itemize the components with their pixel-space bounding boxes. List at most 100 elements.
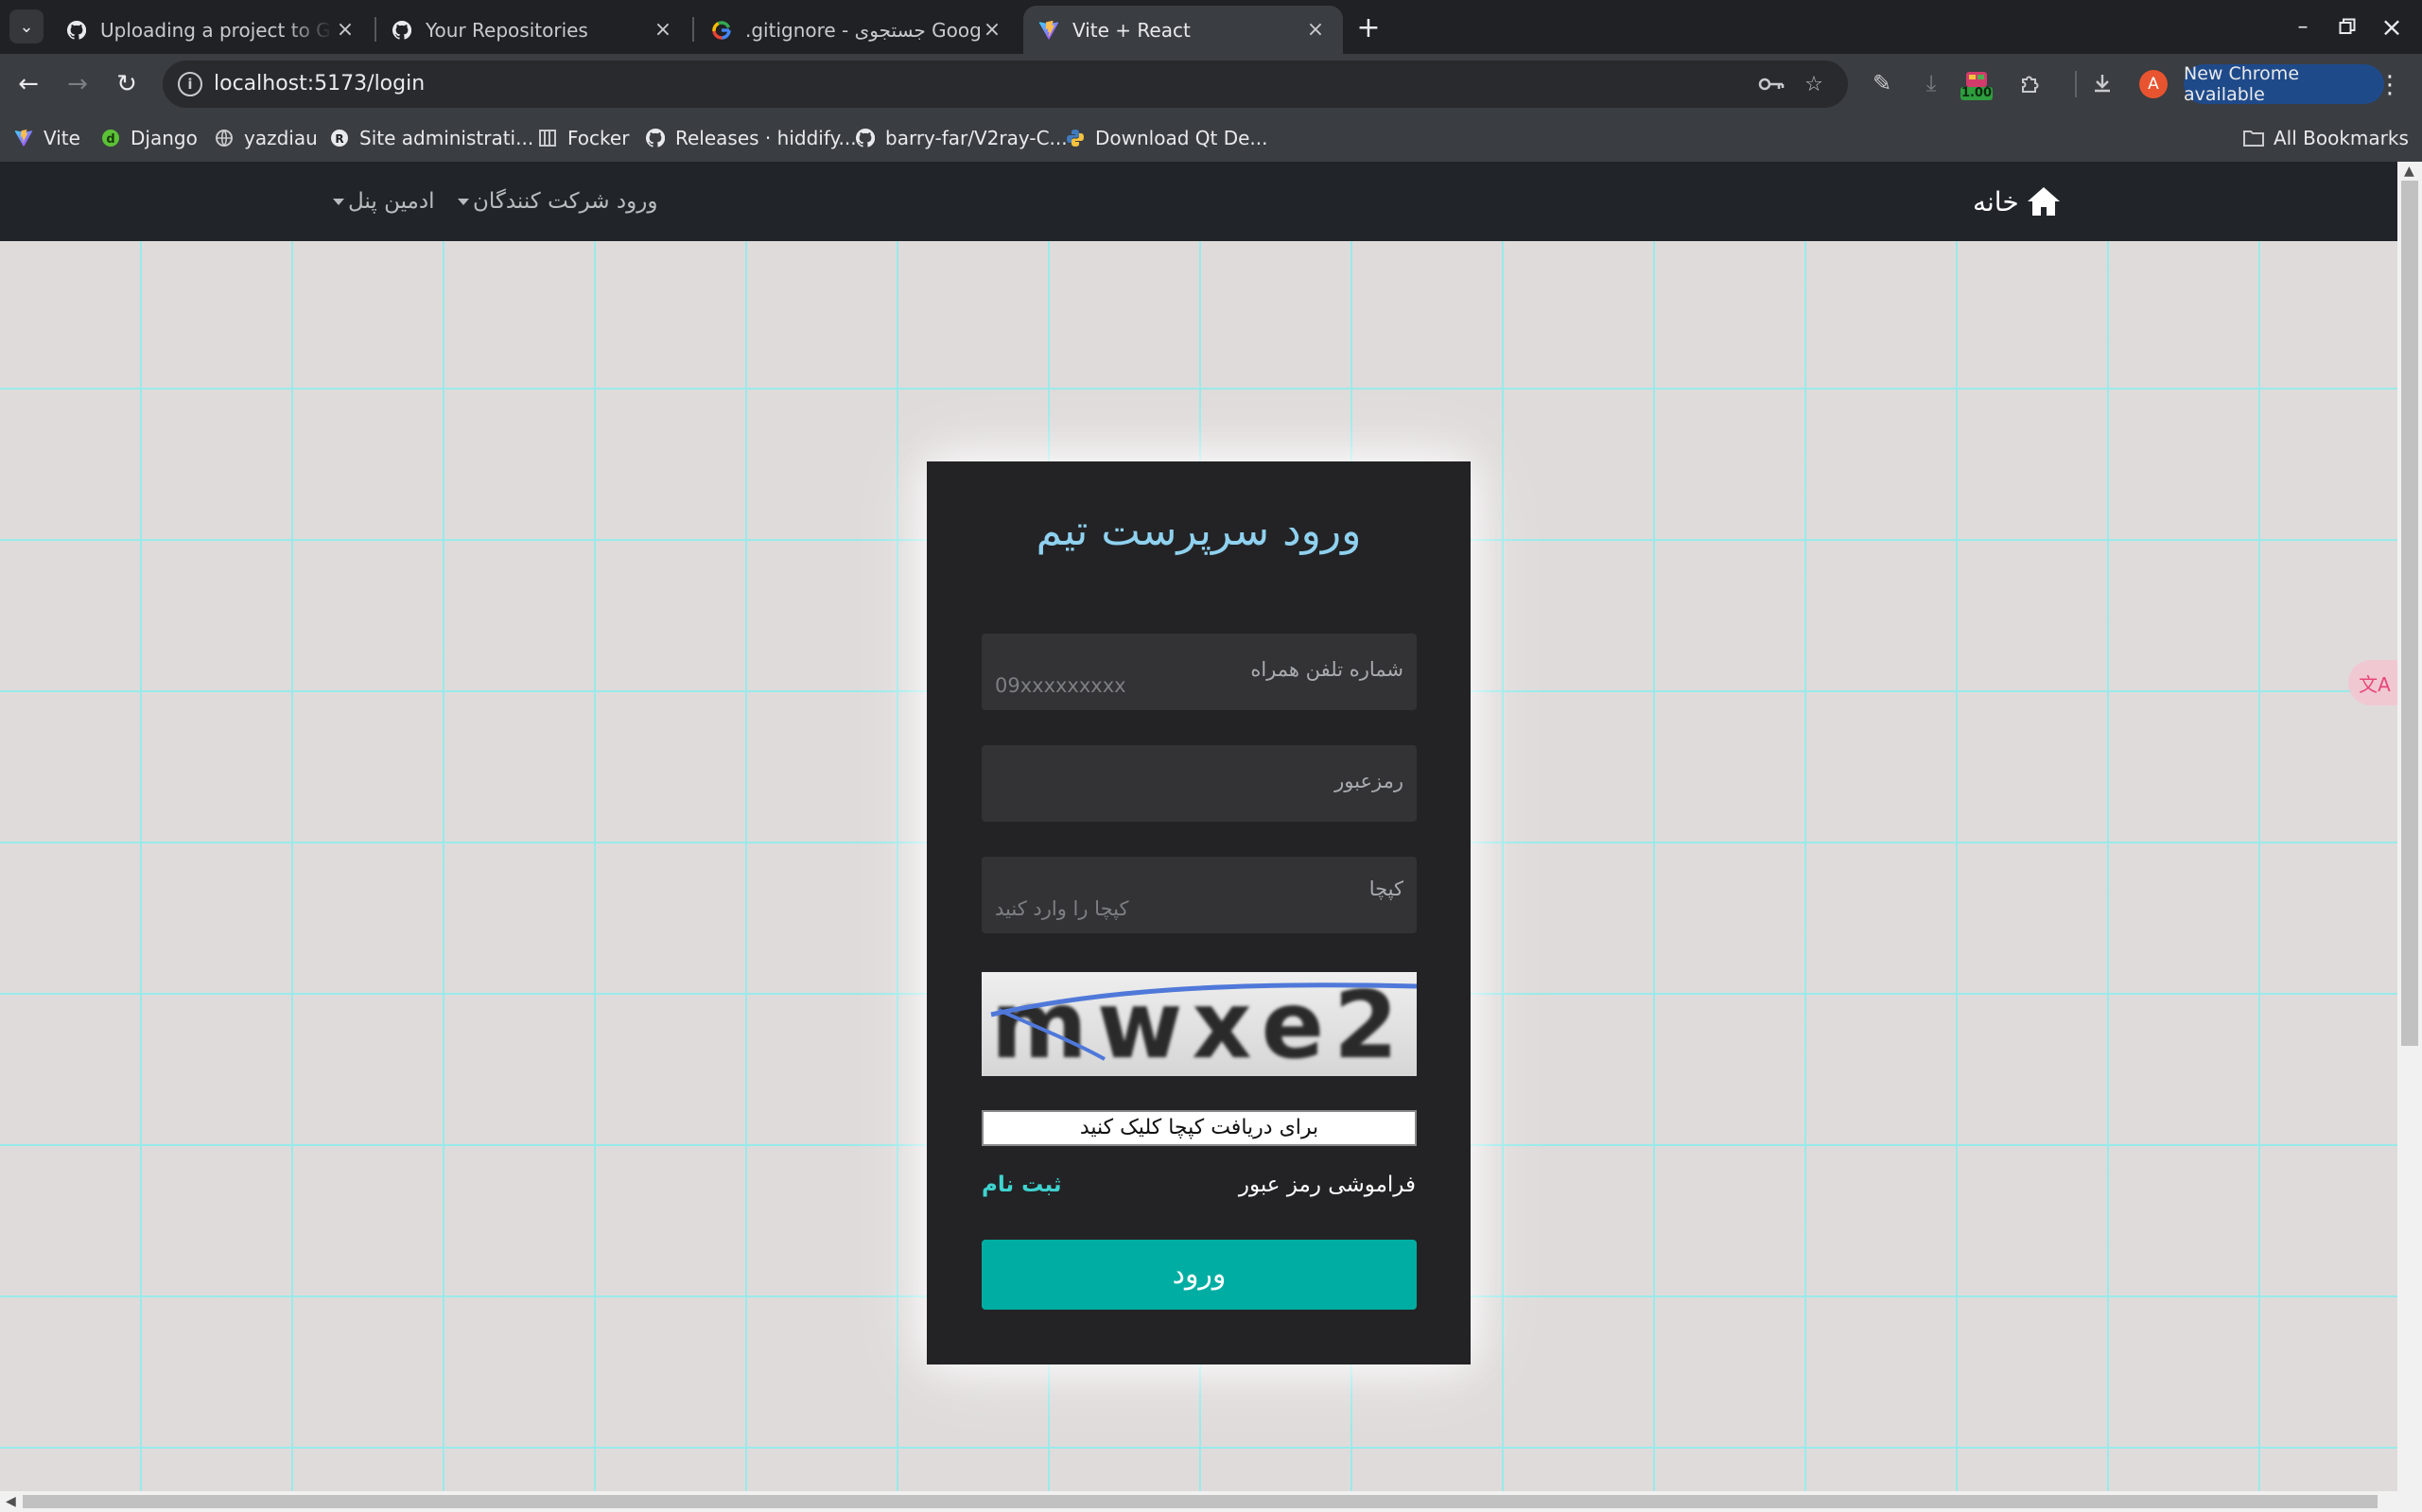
home-icon (2027, 187, 2060, 216)
django-icon: d (100, 128, 121, 148)
close-tab-icon[interactable]: × (1303, 18, 1328, 43)
url-text[interactable]: localhost:5173/login (214, 61, 425, 108)
tab-title: Vite + React (1072, 18, 1191, 42)
password-field[interactable]: رمزعبور (982, 745, 1417, 822)
bookmark-label: yazdiau (244, 127, 318, 149)
browser-toolbar: ← → ↻ i localhost:5173/login ☆ (0, 54, 2422, 114)
restore-icon[interactable] (2328, 8, 2366, 45)
scroll-up-arrow-icon[interactable]: ▲ (2404, 164, 2414, 179)
login-title: ورود سرپرست تیم (1036, 507, 1362, 555)
vite-icon (13, 128, 34, 148)
reload-icon[interactable]: ↻ (108, 65, 146, 103)
captcha-label: کپچا (1368, 878, 1403, 900)
folder-icon (2243, 128, 2264, 148)
translate-extension-icon[interactable]: 文A (2348, 660, 2397, 705)
profile-avatar[interactable]: A (2139, 70, 2168, 98)
bookmark-download-qt[interactable]: Download Qt De... (1065, 124, 1268, 152)
github-icon (66, 20, 87, 41)
vertical-scrollbar[interactable]: ▲ (2397, 162, 2422, 1491)
github-icon (645, 128, 666, 148)
tab-separator (692, 17, 694, 42)
toolbar-separator (2075, 71, 2077, 97)
login-card: ورود سرپرست تیم شماره تلفن همراه 09xxxxx… (927, 461, 1471, 1364)
extension-badge-icon[interactable]: 1.00 (1960, 70, 1993, 102)
svg-text:R: R (335, 132, 343, 146)
page-viewport: خانه ورود شرکت کنندگان ادمین پنل ورود سر… (0, 162, 2397, 1491)
tab-uploading-project[interactable]: Uploading a project to GitHub × (51, 6, 373, 54)
nav-admin-panel-dropdown[interactable]: ادمین پنل (333, 186, 434, 217)
close-tab-icon[interactable]: × (333, 18, 357, 43)
svg-text:d: d (106, 132, 114, 147)
new-chrome-available-button[interactable]: New Chrome available (2184, 63, 2384, 105)
tab-search-chevron-icon[interactable]: ⌄ (9, 9, 44, 43)
close-tab-icon[interactable]: × (651, 18, 675, 43)
edit-pencil-icon[interactable]: ✎ (1865, 66, 1899, 100)
captcha-image: mwxe2 (982, 972, 1417, 1076)
forward-arrow-icon[interactable]: → (59, 65, 96, 103)
all-bookmarks-label: All Bookmarks (2274, 127, 2409, 149)
download-extension-icon[interactable]: ⤓ (1914, 66, 1948, 100)
phone-label: شماره تلفن همراه (1250, 658, 1403, 681)
bookmark-label: Django (131, 127, 198, 149)
site-navbar: خانه ورود شرکت کنندگان ادمین پنل (0, 162, 2397, 241)
get-captcha-button[interactable]: برای دریافت کپچا کلیک کنید (982, 1110, 1417, 1146)
bookmark-yazdiau[interactable]: yazdiau (214, 124, 318, 152)
nav-participants-login-label: ورود شرکت کنندگان (473, 189, 658, 214)
bookmark-label: Vite (44, 127, 80, 149)
close-window-icon[interactable]: × (2373, 8, 2411, 45)
globe-icon (214, 128, 235, 148)
extension-badge-text: 1.00 (1960, 86, 1993, 100)
forgot-password-link[interactable]: فراموشی رمز عبور (1239, 1173, 1416, 1197)
address-bar[interactable]: i localhost:5173/login ☆ (163, 61, 1848, 108)
signup-link[interactable]: ثبت نام (982, 1173, 1062, 1197)
extensions-puzzle-icon[interactable] (2013, 66, 2047, 100)
browser-tab-strip: ⌄ Uploading a project to GitHub × Your R… (0, 0, 2422, 54)
chrome-menu-kebab-icon[interactable]: ⋮ (2378, 68, 2402, 102)
github-icon (392, 20, 412, 41)
bookmarks-bar: Vite d Django yazdiau R Site administrat… (0, 114, 2422, 162)
all-bookmarks-folder[interactable]: All Bookmarks (2243, 124, 2409, 152)
new-tab-plus-icon[interactable]: + (1352, 11, 1385, 44)
bookmark-releases-hiddify[interactable]: Releases · hiddify... (645, 124, 857, 152)
bookmark-label: Focker (567, 127, 630, 149)
scroll-left-arrow-icon[interactable]: ◀ (6, 1494, 16, 1509)
vertical-scroll-thumb[interactable] (2401, 181, 2418, 1046)
phone-field[interactable]: شماره تلفن همراه 09xxxxxxxxx (982, 634, 1417, 710)
password-key-icon[interactable] (1757, 70, 1786, 98)
horizontal-scrollbar[interactable]: ◀ (0, 1491, 2422, 1512)
bookmark-barry-far-v2ray[interactable]: barry-far/V2ray-C... (855, 124, 1068, 152)
minimize-icon[interactable]: – (2284, 8, 2322, 45)
bookmark-star-icon[interactable]: ☆ (1800, 70, 1828, 98)
close-tab-icon[interactable]: × (980, 18, 1004, 43)
tab-your-repositories[interactable]: Your Repositories × (376, 6, 690, 54)
captcha-placeholder: کپچا را وارد کنید (995, 897, 1129, 920)
downloads-icon[interactable] (2085, 66, 2119, 100)
nav-participants-login-dropdown[interactable]: ورود شرکت کنندگان (458, 186, 657, 217)
bookmark-vite[interactable]: Vite (13, 124, 80, 152)
login-submit-button[interactable]: ورود (982, 1240, 1417, 1310)
tab-vite-react[interactable]: Vite + React × (1023, 6, 1343, 54)
tab-gitignore-search[interactable]: .gitignore - جستجوی Google × (696, 6, 1019, 54)
nav-home-link[interactable]: خانه (1973, 182, 2061, 220)
nav-admin-panel-label: ادمین پنل (348, 189, 435, 214)
google-icon (711, 20, 732, 41)
password-label: رمزعبور (1334, 770, 1403, 792)
github-icon (855, 128, 876, 148)
tab-title: Uploading a project to GitHub (100, 18, 333, 42)
phone-placeholder: 09xxxxxxxxx (995, 674, 1126, 697)
back-arrow-icon[interactable]: ← (9, 65, 47, 103)
bookmark-label: Site administrati... (359, 127, 534, 149)
bookmark-focker[interactable]: Focker (537, 124, 629, 152)
horizontal-scroll-thumb[interactable] (23, 1495, 2378, 1508)
bookmark-django[interactable]: d Django (100, 124, 198, 152)
focker-icon (537, 128, 558, 148)
chevron-down-icon (458, 198, 469, 205)
bookmark-site-administration[interactable]: R Site administrati... (329, 124, 533, 152)
nav-home-label: خانه (1973, 185, 2019, 217)
vite-icon (1038, 20, 1059, 41)
site-info-icon[interactable]: i (178, 72, 202, 96)
site-admin-icon: R (329, 128, 350, 148)
python-icon (1065, 128, 1086, 148)
bookmark-label: Releases · hiddify... (675, 127, 857, 149)
captcha-field[interactable]: کپچا کپچا را وارد کنید (982, 857, 1417, 933)
